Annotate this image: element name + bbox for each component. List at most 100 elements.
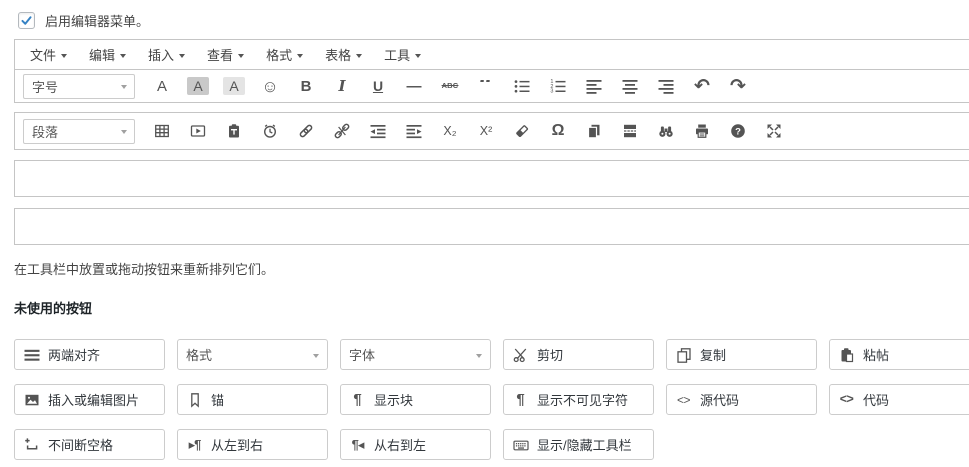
menu-item-view[interactable]: 查看 [196,40,255,69]
unused-cut-button[interactable]: 剪切 [503,339,654,370]
unused-justify-button[interactable]: 两端对齐 [14,339,165,370]
superscript-icon: X² [480,125,493,138]
chevron-down-icon [121,130,127,134]
find-replace-button[interactable] [651,118,681,144]
menu-item-insert[interactable]: 插入 [137,40,196,69]
unused-nbsp-button[interactable]: 不间断空格 [14,429,165,460]
paste-as-text-button[interactable] [219,118,249,144]
superscript-button[interactable]: X² [471,118,501,144]
unlink-button[interactable] [327,118,357,144]
toolbar-row-2: 段落 X₂ X² Ω? [14,112,969,150]
backcolor-light-button[interactable]: A [219,73,249,99]
unused-image-button[interactable]: 插入或编辑图片 [14,384,165,415]
bold-button[interactable]: B [291,73,321,99]
underline-button[interactable]: U [363,73,393,99]
fontsize-select[interactable]: 字号 [23,74,135,99]
alignleft-button[interactable] [579,73,609,99]
redo-button[interactable]: ↷ [723,73,753,99]
nbsp-icon [23,437,40,453]
pagebreak-icon [622,123,638,139]
fullscreen-button[interactable] [759,118,789,144]
unused-buttons-heading: 未使用的按钮 [14,298,969,317]
print-icon [694,123,710,139]
menu-item-table[interactable]: 表格 [314,40,373,69]
unused-toolbar-toggle-button[interactable]: 显示/隐藏工具栏 [503,429,654,460]
empty-toolbar-row-3[interactable] [14,160,969,197]
backcolor-dark-button[interactable]: A [183,73,213,99]
unused-paste-button[interactable]: 粘帖 [829,339,969,370]
undo-button[interactable]: ↶ [687,73,717,99]
special-character-button[interactable]: Ω [543,118,573,144]
media-button[interactable] [183,118,213,144]
bold-icon: B [301,79,312,94]
unused-button-label: 锚 [211,390,224,409]
unused-formatselect-select[interactable]: 格式 [177,339,328,370]
paste-icon [838,347,855,363]
selected-value: 格式 [186,345,212,364]
menu-item-tools[interactable]: 工具 [373,40,432,69]
unused-anchor-button[interactable]: 锚 [177,384,328,415]
selected-value: 字体 [349,345,375,364]
visual-chars-icon: ¶ [512,392,529,407]
menu-item-file[interactable]: 文件 [19,40,78,69]
insert-template-button[interactable] [579,118,609,144]
emoticons-icon: ☺ [261,78,278,95]
help-button[interactable]: ? [723,118,753,144]
empty-toolbar-row-4[interactable] [14,208,969,245]
italic-button[interactable]: I [327,73,357,99]
remove-format-button[interactable] [507,118,537,144]
bullist-button[interactable] [507,73,537,99]
outdent-button[interactable] [363,118,393,144]
enable-menubar-option[interactable]: 启用编辑器菜单。 [18,10,969,30]
alignright-icon [658,78,674,94]
svg-text:3: 3 [550,89,553,94]
menu-item-label: 查看 [207,45,233,64]
menu-item-label: 插入 [148,45,174,64]
table-icon [154,123,170,139]
chevron-down-icon [356,54,362,58]
alignright-button[interactable] [651,73,681,99]
outdent-icon [370,123,386,139]
unused-code-button[interactable]: <>代码 [829,384,969,415]
unused-ltr-button[interactable]: ▸¶从左到右 [177,429,328,460]
menu-item-edit[interactable]: 编辑 [78,40,137,69]
menu-item-label: 表格 [325,45,351,64]
menu-item-format[interactable]: 格式 [255,40,314,69]
insert-datetime-button[interactable] [255,118,285,144]
editor-toolbar-settings-page: 启用编辑器菜单。 文件编辑插入查看格式表格工具 字号AAA☺BIU—ABC“12… [0,10,969,460]
redo-icon: ↷ [730,77,746,96]
backcolor-light-icon: A [223,77,244,95]
menu-item-label: 格式 [266,45,292,64]
print-button[interactable] [687,118,717,144]
table-button[interactable] [147,118,177,144]
help-icon: ? [730,123,746,139]
unused-source-code-button[interactable]: <>源代码 [666,384,817,415]
forecolor-button[interactable]: A [147,73,177,99]
link-button[interactable] [291,118,321,144]
indent-button[interactable] [399,118,429,144]
page-break-button[interactable] [615,118,645,144]
unused-button-label: 不间断空格 [48,435,113,454]
emoticons-button[interactable]: ☺ [255,73,285,99]
numlist-button[interactable]: 123 [543,73,573,99]
unused-visual-chars-button[interactable]: ¶显示不可见字符 [503,384,654,415]
unused-rtl-button[interactable]: ¶◂从右到左 [340,429,491,460]
chevron-down-icon [120,54,126,58]
strikethrough-button[interactable]: ABC [435,73,465,99]
unused-visual-blocks-button[interactable]: ¶显示块 [340,384,491,415]
drag-hint-text: 在工具栏中放置或拖动按钮来重新排列它们。 [14,259,969,278]
enable-menubar-checkbox[interactable] [18,12,35,29]
clock-icon [262,123,278,139]
horizontal-rule-button[interactable]: — [399,73,429,99]
forecolor-icon: A [157,79,167,94]
alignleft-icon [586,78,602,94]
aligncenter-button[interactable] [615,73,645,99]
blockquote-button[interactable]: “ [471,73,501,99]
blocks-select[interactable]: 段落 [23,119,135,144]
unused-copy-button[interactable]: 复制 [666,339,817,370]
italic-icon: I [338,79,345,94]
chevron-down-icon [313,354,319,358]
unused-fontselect-select[interactable]: 字体 [340,339,491,370]
subscript-button[interactable]: X₂ [435,118,465,144]
keyboard-icon [512,437,529,453]
